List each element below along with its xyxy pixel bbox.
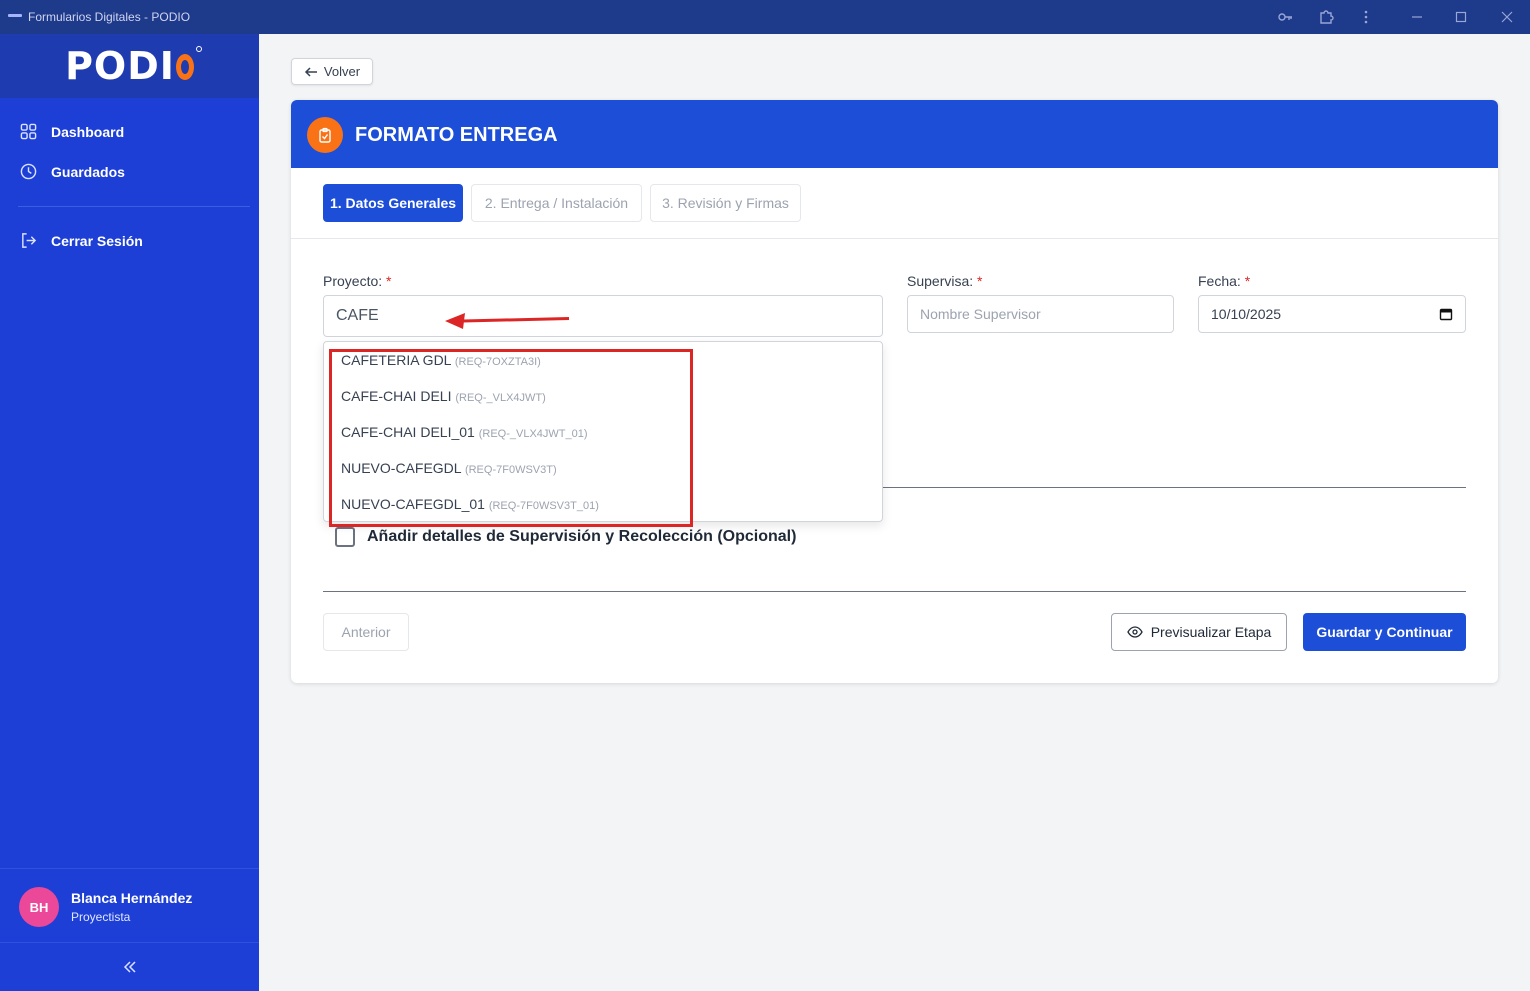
proyecto-label: Proyecto: * bbox=[323, 273, 392, 289]
sidebar: PODI Dashboard Guardados Cerrar Sesión B… bbox=[0, 34, 259, 991]
sidebar-item-label: Cerrar Sesión bbox=[51, 232, 143, 249]
key-icon[interactable] bbox=[1274, 6, 1296, 28]
proyecto-input[interactable]: CAFE bbox=[323, 295, 883, 337]
app-icon bbox=[8, 14, 22, 17]
anterior-label: Anterior bbox=[341, 624, 391, 640]
chevrons-left-icon bbox=[123, 961, 136, 973]
form-card: FORMATO ENTREGA 1. Datos Generales 2. En… bbox=[291, 100, 1498, 683]
sidebar-item-dashboard[interactable]: Dashboard bbox=[20, 123, 124, 140]
window-titlebar: Formularios Digitales - PODIO bbox=[0, 0, 1530, 34]
registered-mark bbox=[195, 46, 202, 52]
arrow-left-icon bbox=[304, 66, 317, 77]
clock-icon bbox=[20, 163, 37, 180]
brand-logo-o bbox=[175, 54, 194, 80]
footer-divider bbox=[323, 591, 1466, 592]
sidebar-divider bbox=[18, 206, 250, 207]
annotation-arrow bbox=[445, 313, 570, 329]
steps-divider bbox=[291, 238, 1498, 239]
collapse-sidebar-button[interactable] bbox=[0, 942, 259, 991]
window-title: Formularios Digitales - PODIO bbox=[28, 10, 191, 24]
tab-entrega-instalacion[interactable]: 2. Entrega / Instalación bbox=[471, 184, 642, 222]
supervisa-input[interactable]: Nombre Supervisor bbox=[907, 295, 1174, 333]
more-vertical-icon[interactable] bbox=[1355, 6, 1377, 28]
supervisa-label: Supervisa: * bbox=[907, 273, 983, 289]
previsualizar-button[interactable]: Previsualizar Etapa bbox=[1111, 613, 1287, 651]
fecha-label: Fecha: * bbox=[1198, 273, 1251, 289]
form-header: FORMATO ENTREGA bbox=[291, 100, 1498, 168]
minimize-icon[interactable] bbox=[1406, 6, 1428, 28]
supervision-checkbox[interactable] bbox=[335, 527, 355, 547]
supervision-checkbox-label[interactable]: Añadir detalles de Supervisión y Recolec… bbox=[367, 528, 796, 546]
fecha-value: 10/10/2025 bbox=[1211, 306, 1282, 322]
user-name: Blanca Hernández bbox=[71, 890, 193, 906]
guardar-continuar-button[interactable]: Guardar y Continuar bbox=[1303, 613, 1466, 651]
clipboard-check-icon bbox=[307, 117, 343, 153]
user-role: Proyectista bbox=[71, 910, 131, 924]
brand-logo[interactable]: PODI bbox=[0, 34, 259, 98]
extensions-icon[interactable] bbox=[1315, 6, 1337, 28]
logout-icon bbox=[22, 233, 37, 248]
guardar-label: Guardar y Continuar bbox=[1316, 624, 1453, 640]
tab-revision-firmas[interactable]: 3. Revisión y Firmas bbox=[650, 184, 801, 222]
eye-icon bbox=[1126, 626, 1143, 638]
tab-datos-generales[interactable]: 1. Datos Generales bbox=[323, 184, 463, 222]
sidebar-item-guardados[interactable]: Guardados bbox=[20, 163, 125, 180]
annotation-highlight-box bbox=[329, 349, 693, 527]
proyecto-input-value: CAFE bbox=[336, 307, 379, 324]
fecha-date-input[interactable]: 10/10/2025 bbox=[1198, 295, 1466, 333]
sidebar-item-logout[interactable]: Cerrar Sesión bbox=[20, 232, 143, 249]
brand-text: PODI bbox=[65, 44, 175, 88]
close-icon[interactable] bbox=[1496, 6, 1518, 28]
supervisa-placeholder: Nombre Supervisor bbox=[920, 306, 1041, 322]
anterior-button[interactable]: Anterior bbox=[323, 613, 409, 651]
form-title: FORMATO ENTREGA bbox=[355, 124, 558, 146]
grid-icon bbox=[20, 123, 37, 140]
back-label: Volver bbox=[323, 64, 361, 79]
user-profile[interactable]: BH Blanca Hernández Proyectista bbox=[0, 868, 259, 942]
maximize-icon[interactable] bbox=[1450, 6, 1472, 28]
sidebar-item-label: Guardados bbox=[51, 163, 125, 180]
back-button[interactable]: Volver bbox=[291, 58, 373, 85]
calendar-icon[interactable] bbox=[1439, 307, 1453, 321]
previsualizar-label: Previsualizar Etapa bbox=[1150, 624, 1272, 640]
avatar: BH bbox=[19, 887, 59, 927]
sidebar-item-label: Dashboard bbox=[51, 123, 125, 140]
